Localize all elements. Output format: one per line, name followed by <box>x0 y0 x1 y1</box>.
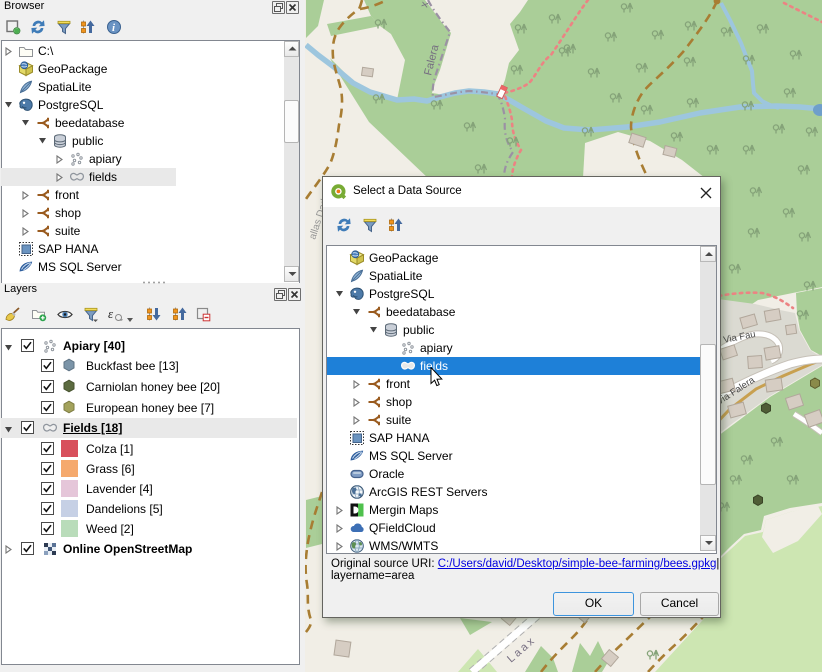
svg-text:ε: ε <box>108 306 114 321</box>
